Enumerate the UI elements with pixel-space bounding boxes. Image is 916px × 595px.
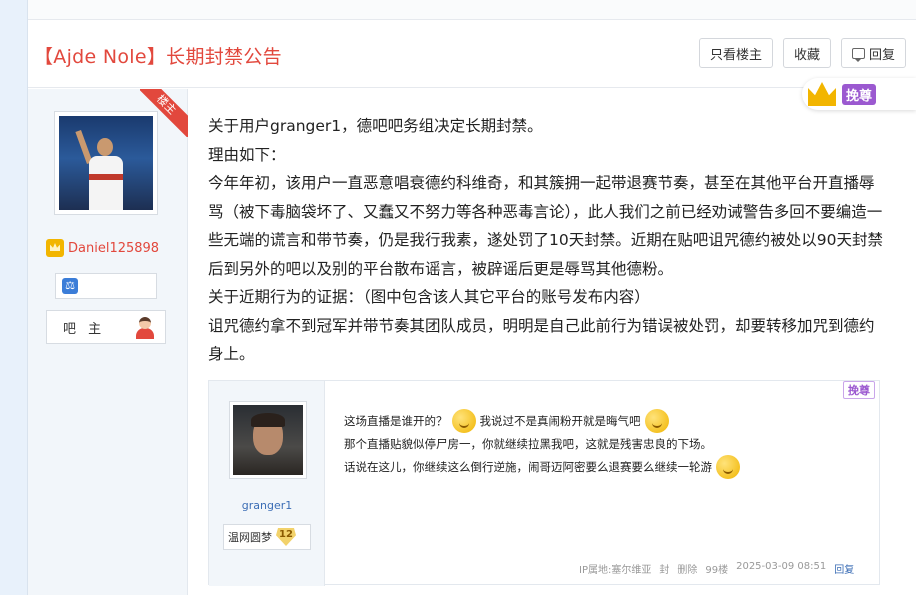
- tip-badge[interactable]: 挽尊: [802, 78, 916, 110]
- embed-time: 2025-03-09 08:51: [736, 561, 827, 572]
- favorite-button[interactable]: 收藏: [782, 38, 831, 68]
- favorite-label: 收藏: [793, 47, 820, 63]
- embed-level-name: 温网圆梦: [228, 531, 272, 544]
- embed-ban: 封: [659, 565, 670, 576]
- author-avatar-image: [59, 116, 153, 210]
- embed-line: 那个直播贴貌似停尸房一，你就继续拉黑我吧，这就是残害忠良的下场。: [344, 437, 712, 451]
- smirk-emoji-icon: [716, 455, 740, 479]
- author-role-box: 吧 主: [46, 310, 166, 344]
- tip-label: 挽尊: [842, 83, 877, 105]
- owner-ribbon: 楼主: [140, 89, 188, 137]
- post-page: 【Ajde Nole】长期封禁公告 只看楼主 收藏 回复 楼主 Daniel12…: [28, 0, 916, 595]
- reply-label: 回复: [868, 47, 895, 63]
- embed-tip-badge: 挽尊: [843, 381, 875, 399]
- post-header: 【Ajde Nole】长期封禁公告 只看楼主 收藏 回复: [28, 20, 916, 88]
- embed-reply: 回复: [834, 565, 855, 576]
- embed-author-sidebar: granger1 温网圆梦 12: [209, 381, 325, 586]
- moderator-icon: [133, 315, 157, 339]
- author-name-row: Daniel125898: [46, 239, 159, 257]
- content-paragraph: 诅咒德约拿不到冠军并带节奏其团队成员，明明是自己此前行为错误被处罚，却要转移加咒…: [208, 316, 875, 364]
- left-gutter: [0, 0, 28, 595]
- top-bar: [28, 0, 916, 20]
- author-badge-box: ⚖: [55, 273, 157, 299]
- embed-footer: IP属地:塞尔维亚 封 删除 99楼 2025-03-09 08:51 回复: [579, 561, 854, 576]
- embed-line: 我说过不是真闹粉开就是晦气吧: [479, 414, 641, 428]
- only-owner-button[interactable]: 只看楼主: [698, 38, 773, 68]
- post-content: 关于用户granger1，德吧吧务组决定长期封禁。 理由如下： 今年年初，该用户…: [208, 112, 888, 369]
- reply-icon: [851, 47, 865, 62]
- embed-avatar: [229, 401, 307, 479]
- author-sidebar: 楼主 Daniel125898 ⚖ 吧 主: [28, 89, 188, 595]
- grin-emoji-icon: [644, 409, 669, 433]
- embed-text: 这场直播是谁开的？ 我说过不是真闹粉开就是晦气吧 那个直播贴貌似停尸房一，你就继续…: [344, 409, 864, 479]
- scale-icon: ⚖: [62, 278, 78, 294]
- embed-ip: IP属地:塞尔维亚: [579, 565, 652, 576]
- embed-floor: 99楼: [705, 565, 729, 576]
- author-username[interactable]: Daniel125898: [68, 241, 159, 256]
- content-paragraph: 今年年初，该用户一直恶意唱衰德约科维奇，和其簇拥一起带退赛节奏，甚至在其他平台开…: [208, 174, 883, 278]
- content-paragraph: 关于近期行为的证据：（图中包含该人其它平台的账号发布内容）: [208, 288, 650, 306]
- embed-level-num: 12: [276, 528, 296, 546]
- embed-line: 这场直播是谁开的？: [344, 414, 448, 428]
- content-paragraph: 关于用户granger1，德吧吧务组决定长期封禁。: [208, 117, 543, 135]
- embed-username: granger1: [241, 499, 293, 512]
- only-owner-label: 只看楼主: [709, 47, 762, 63]
- author-role: 吧 主: [63, 321, 106, 337]
- embed-delete: 删除: [677, 565, 698, 576]
- evidence-screenshot: granger1 温网圆梦 12 挽尊 这场直播是谁开的？ 我说过不是真闹粉开就是…: [208, 380, 880, 586]
- member-crown-icon: [46, 239, 64, 257]
- post-actions: 只看楼主 收藏 回复: [698, 38, 906, 68]
- content-paragraph: 理由如下：: [208, 145, 286, 164]
- reply-button[interactable]: 回复: [840, 38, 906, 68]
- post-title: 【Ajde Nole】长期封禁公告: [34, 46, 282, 68]
- crown-icon: [808, 82, 836, 106]
- smile-emoji-icon: [451, 409, 476, 433]
- embed-level-badge: 温网圆梦 12: [223, 524, 311, 550]
- embed-line: 话说在这儿，你继续这么倒行逆施，闹哥迈阿密要么退赛要么继续一轮游: [344, 460, 712, 474]
